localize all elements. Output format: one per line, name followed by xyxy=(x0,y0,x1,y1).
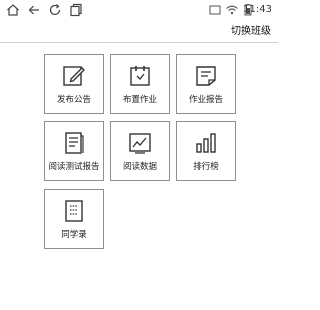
tile-post-announcement[interactable]: 发布公告 xyxy=(44,54,104,114)
tile-classmates[interactable]: 同学录 xyxy=(44,189,104,249)
tile-label: 发布公告 xyxy=(56,95,91,105)
switch-class-button[interactable]: 切换班级 xyxy=(231,25,271,39)
tile-label: 阅读数据 xyxy=(122,162,157,172)
back-icon[interactable] xyxy=(27,3,41,17)
tile-label: 阅读测试报告 xyxy=(48,162,100,172)
edit-note-icon xyxy=(61,63,87,89)
header-divider xyxy=(0,42,278,43)
test-report-icon xyxy=(61,130,87,156)
tile-homework-report[interactable]: 作业报告 xyxy=(176,54,236,114)
tile-reading-test-report[interactable]: 阅读测试报告 xyxy=(44,121,104,181)
bar-chart-icon xyxy=(193,130,219,156)
window-icon[interactable] xyxy=(69,3,83,17)
top-bar: 切换班级 xyxy=(0,22,278,42)
clock-time: 11:43 xyxy=(243,4,272,15)
tile-leaderboard[interactable]: 排行榜 xyxy=(176,121,236,181)
classmates-book-icon xyxy=(61,198,87,224)
tile-label: 同学录 xyxy=(61,230,87,240)
tile-label: 排行榜 xyxy=(193,162,219,172)
refresh-icon[interactable] xyxy=(48,3,62,17)
line-chart-icon xyxy=(127,130,153,156)
tile-assign-homework[interactable]: 布置作业 xyxy=(110,54,170,114)
calendar-icon xyxy=(127,63,153,89)
status-bar: 11:43 xyxy=(0,0,278,20)
screen-icon xyxy=(208,3,222,17)
tile-label: 作业报告 xyxy=(188,95,223,105)
tile-reading-data[interactable]: 阅读数据 xyxy=(110,121,170,181)
home-icon[interactable] xyxy=(6,3,20,17)
wifi-icon xyxy=(225,3,239,17)
tile-label: 布置作业 xyxy=(122,95,157,105)
report-doc-icon xyxy=(193,63,219,89)
